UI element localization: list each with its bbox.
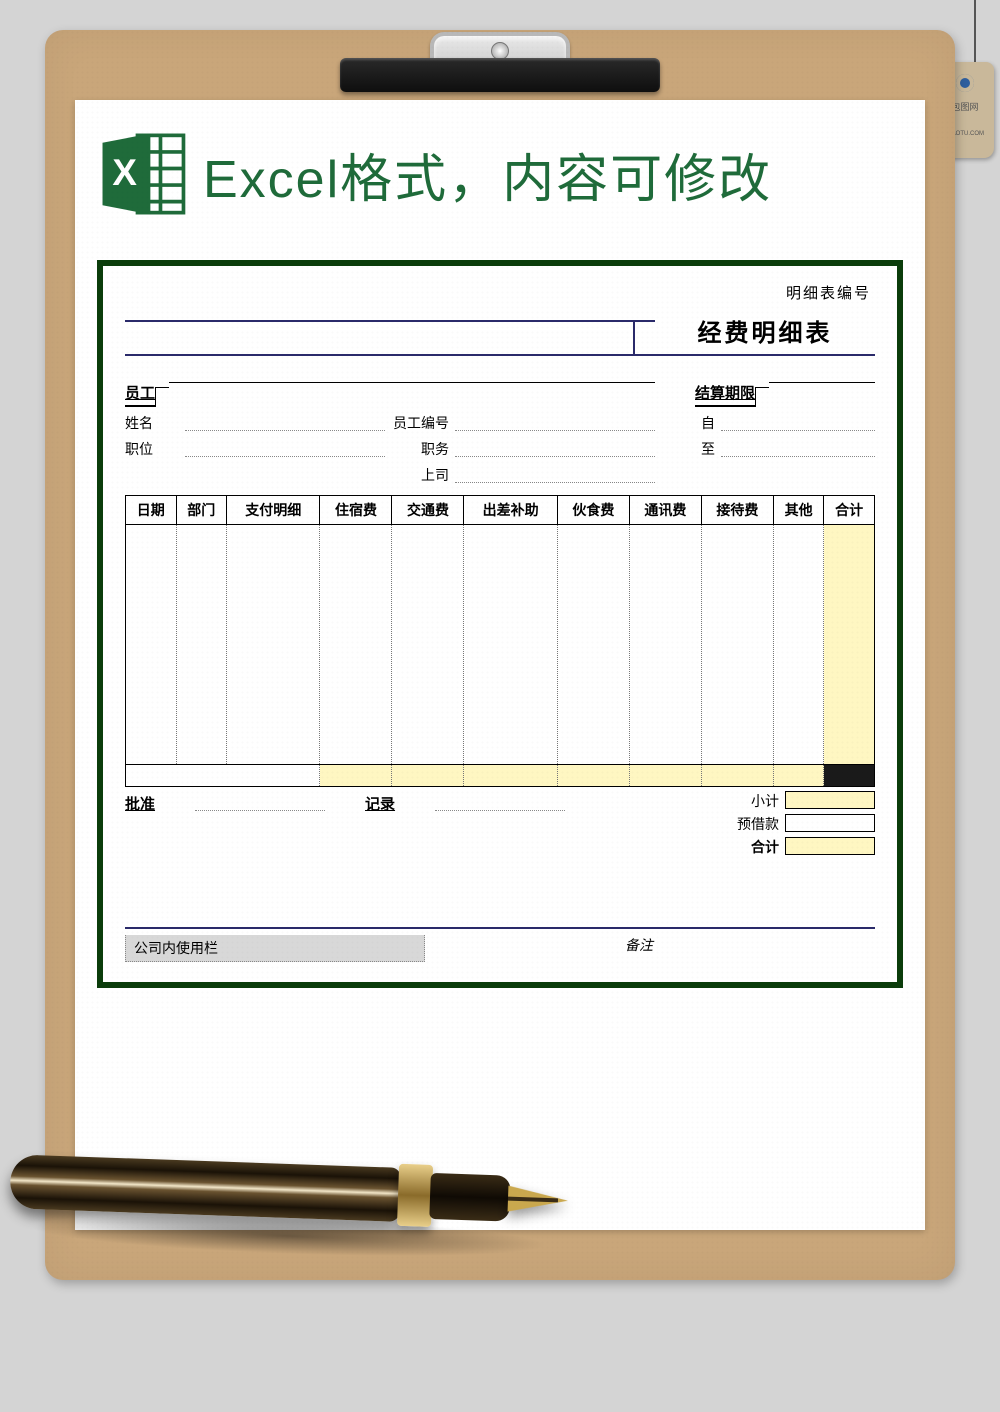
paper-sheet: X Excel格式，内容可修改 明细表编号 经费明细表 员工 xyxy=(75,100,925,1230)
subtotal-label: 小计 xyxy=(725,791,785,811)
internal-use-label: 公司内使用栏 xyxy=(125,935,425,962)
expense-table: 日期 部门 支付明细 住宿费 交通费 出差补助 伙食费 通讯费 接待费 其他 合… xyxy=(125,495,875,787)
page-title: Excel格式，内容可修改 xyxy=(203,137,772,212)
remark-label: 备注 xyxy=(625,935,653,962)
input-from[interactable] xyxy=(721,413,875,431)
col-date: 日期 xyxy=(126,496,177,525)
input-record[interactable] xyxy=(435,793,565,811)
approve-label: 批准 xyxy=(125,793,155,857)
excel-header: X Excel格式，内容可修改 xyxy=(97,128,903,220)
label-superior: 上司 xyxy=(385,465,455,485)
col-meal: 伙食费 xyxy=(557,496,629,525)
sheet-number-label: 明细表编号 xyxy=(125,282,871,303)
input-superior[interactable] xyxy=(455,465,655,483)
input-to[interactable] xyxy=(721,439,875,457)
advance-value[interactable] xyxy=(785,814,875,832)
table-header-row: 日期 部门 支付明细 住宿费 交通费 出差补助 伙食费 通讯费 接待费 其他 合… xyxy=(126,496,875,525)
col-allow: 出差补助 xyxy=(464,496,557,525)
col-entertain: 接待费 xyxy=(701,496,773,525)
input-position[interactable] xyxy=(185,439,385,457)
clipboard: X Excel格式，内容可修改 明细表编号 经费明细表 员工 xyxy=(45,30,955,1280)
expense-form: 明细表编号 经费明细表 员工 姓名 员工编号 xyxy=(97,260,903,988)
table-sum-row xyxy=(126,765,875,787)
label-duty: 职务 xyxy=(385,439,455,459)
period-section-label: 结算期限 xyxy=(695,382,755,407)
col-transport: 交通费 xyxy=(392,496,464,525)
input-emp-no[interactable] xyxy=(455,413,655,431)
record-label: 记录 xyxy=(365,793,395,857)
label-emp-no: 员工编号 xyxy=(385,413,455,433)
label-from: 自 xyxy=(695,413,721,433)
input-name[interactable] xyxy=(185,413,385,431)
subtotal-value[interactable] xyxy=(785,791,875,809)
input-duty[interactable] xyxy=(455,439,655,457)
total-value[interactable] xyxy=(785,837,875,855)
label-position: 职位 xyxy=(125,439,185,459)
col-total: 合计 xyxy=(824,496,875,525)
fountain-pen xyxy=(8,1120,572,1269)
label-name: 姓名 xyxy=(125,413,185,433)
clipboard-clip xyxy=(340,24,660,96)
col-dept: 部门 xyxy=(176,496,227,525)
label-to: 至 xyxy=(695,439,721,459)
col-other: 其他 xyxy=(773,496,824,525)
svg-text:X: X xyxy=(112,152,137,193)
col-lodging: 住宿费 xyxy=(320,496,392,525)
form-title-row: 经费明细表 xyxy=(125,309,875,356)
employee-section-label: 员工 xyxy=(125,382,155,407)
col-pay: 支付明细 xyxy=(227,496,320,525)
col-comm: 通讯费 xyxy=(629,496,701,525)
input-approve[interactable] xyxy=(195,793,325,811)
tag-string xyxy=(974,0,976,70)
excel-icon: X xyxy=(97,128,189,220)
form-title: 经费明细表 xyxy=(655,309,875,354)
total-label: 合计 xyxy=(725,837,785,857)
table-body-row[interactable] xyxy=(126,525,875,765)
advance-label: 预借款 xyxy=(725,814,785,834)
